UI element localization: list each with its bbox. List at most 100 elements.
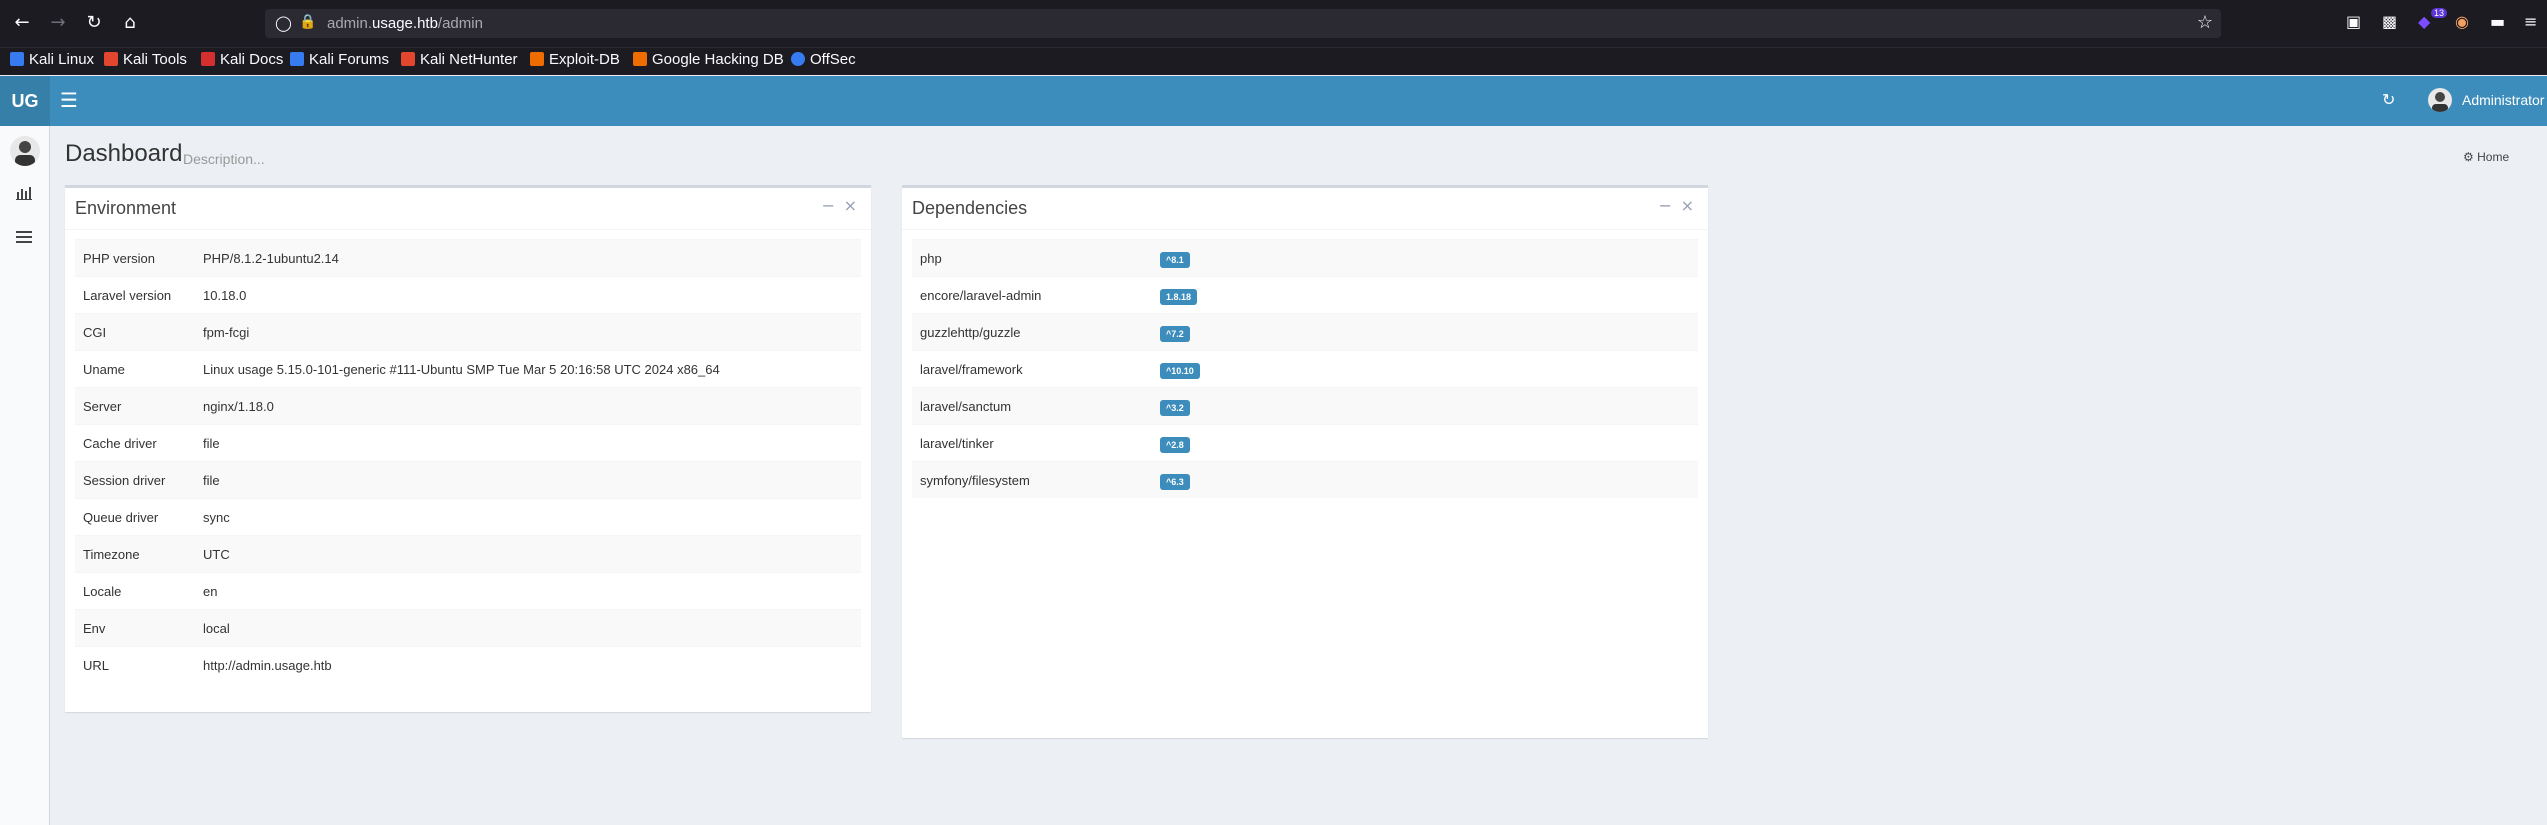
bookmark-kali-nethunter[interactable]: Kali NetHunter — [401, 51, 518, 68]
table-row: Queue driver sync — [75, 498, 861, 535]
env-key: Locale — [83, 584, 122, 599]
table-row: CGI fpm-fcgi — [75, 313, 861, 350]
sidebar-toggle-icon[interactable]: ☰ — [60, 88, 78, 112]
env-value: en — [203, 584, 218, 599]
exploit-db-icon — [530, 52, 544, 66]
dependency-name: php — [920, 251, 942, 266]
dashboard-icon: ⚙ — [2463, 150, 2474, 164]
env-value: UTC — [203, 547, 230, 562]
env-key: Server — [83, 399, 122, 414]
table-row: Locale en — [75, 572, 861, 609]
env-key: Queue driver — [83, 510, 159, 525]
table-row: Laravel version 10.18.0 — [75, 276, 861, 313]
kali-forums-icon — [290, 52, 304, 66]
version-badge: ^10.10 — [1160, 363, 1200, 379]
table-row: PHP version PHP/8.1.2-1ubuntu2.14 — [75, 239, 861, 276]
bookmarks-bar: Kali Linux Kali Tools Kali Docs Kali For… — [0, 47, 2547, 75]
bookmark-google-hacking-db[interactable]: Google Hacking DB — [633, 51, 784, 68]
dependency-name: guzzlehttp/guzzle — [920, 325, 1021, 340]
kali-icon — [10, 52, 24, 66]
dependency-name: laravel/sanctum — [920, 399, 1012, 414]
version-badge: 1.8.18 — [1160, 289, 1198, 305]
incognito-icon[interactable]: ▬ — [2490, 12, 2505, 31]
dependencies-box: Dependencies − × php ^8.1 encore/laravel-… — [902, 185, 1708, 738]
admin-menu-icon[interactable] — [16, 230, 32, 248]
version-badge: ^7.2 — [1160, 326, 1190, 342]
offsec-icon — [791, 52, 805, 66]
collapse-icon[interactable]: − — [822, 196, 835, 215]
env-key: Env — [83, 621, 106, 636]
page-description: Description... — [183, 151, 265, 167]
bookmark-offsec[interactable]: OffSec — [791, 51, 856, 68]
version-badge: ^3.2 — [1160, 400, 1190, 416]
bookmark-kali-tools[interactable]: Kali Tools — [104, 51, 187, 68]
close-icon[interactable]: × — [1681, 196, 1694, 215]
bookmark-kali-docs[interactable]: Kali Docs — [201, 51, 283, 68]
browser-toolbar: ← → ↻ ⌂ ◯ 🔒 admin.usage.htb/admin ☆ ▣ ▩ … — [0, 0, 2547, 47]
extensions-icon[interactable]: ▩ — [2382, 12, 2397, 31]
reload-icon[interactable]: ↻ — [82, 11, 106, 35]
version-badge: ^6.3 — [1160, 474, 1190, 490]
env-value: file — [203, 436, 220, 451]
sidebar — [0, 126, 50, 825]
nethunter-icon — [401, 52, 415, 66]
env-value: file — [203, 473, 220, 488]
tracking-shield-icon[interactable]: ◯ — [275, 14, 292, 32]
dependencies-table: php ^8.1 encore/laravel-admin 1.8.18 guzzl… — [912, 239, 1698, 498]
sidebar-avatar — [10, 136, 40, 166]
refresh-icon[interactable]: ↻ — [2382, 90, 2395, 109]
url-text[interactable]: admin.usage.htb/admin — [327, 15, 483, 32]
user-name[interactable]: Administrator — [2462, 92, 2544, 108]
forward-icon[interactable]: → — [46, 11, 70, 35]
version-badge: ^2.8 — [1160, 437, 1190, 453]
main-header: UG ☰ ↻ Administrator — [0, 76, 2547, 126]
bookmark-kali-linux[interactable]: Kali Linux — [10, 51, 94, 68]
table-row: laravel/sanctum ^3.2 — [912, 387, 1698, 424]
env-value: http://admin.usage.htb — [203, 658, 332, 673]
dashboard-chart-icon[interactable] — [16, 186, 32, 204]
environment-title: Environment — [75, 198, 177, 218]
table-row: Timezone UTC — [75, 535, 861, 572]
table-row: Env local — [75, 609, 861, 646]
dependency-name: laravel/tinker — [920, 436, 994, 451]
env-key: CGI — [83, 325, 107, 340]
env-key: Session driver — [83, 473, 166, 488]
app-menu-icon[interactable]: ≡ — [2524, 12, 2537, 31]
env-value: local — [203, 621, 230, 636]
version-badge: ^8.1 — [1160, 252, 1190, 268]
table-row: Uname Linux usage 5.15.0-101-generic #111… — [75, 350, 861, 387]
logo[interactable]: UG — [0, 76, 50, 126]
user-avatar[interactable] — [2428, 88, 2452, 112]
env-key: Timezone — [83, 547, 140, 562]
env-key: URL — [83, 658, 110, 673]
lock-icon[interactable]: 🔒 — [299, 14, 316, 30]
env-value: Linux usage 5.15.0-101-generic #111-Ubun… — [203, 362, 720, 377]
kali-tools-icon — [104, 52, 118, 66]
extension-shield-icon[interactable]: ◆ — [2418, 12, 2430, 31]
env-key: Laravel version — [83, 288, 172, 303]
table-row: URL http://admin.usage.htb — [75, 646, 861, 683]
bookmark-kali-forums[interactable]: Kali Forums — [290, 51, 389, 68]
table-row: guzzlehttp/guzzle ^7.2 — [912, 313, 1698, 350]
env-value: 10.18.0 — [203, 288, 247, 303]
table-row: laravel/tinker ^2.8 — [912, 424, 1698, 461]
divider — [65, 229, 871, 230]
cookie-extension-icon[interactable]: ◉ — [2455, 12, 2469, 31]
breadcrumb[interactable]: ⚙ Home — [2463, 150, 2509, 164]
bookmark-star-icon[interactable]: ☆ — [2197, 12, 2213, 33]
close-icon[interactable]: × — [844, 196, 857, 215]
back-icon[interactable]: ← — [10, 11, 34, 35]
collapse-icon[interactable]: − — [1659, 196, 1672, 215]
pocket-icon[interactable]: ▣ — [2346, 12, 2361, 31]
dependencies-title: Dependencies — [912, 198, 1028, 218]
table-row: Server nginx/1.18.0 — [75, 387, 861, 424]
extension-badge: 13 — [2431, 8, 2448, 18]
home-icon[interactable]: ⌂ — [118, 11, 142, 35]
env-key: Uname — [83, 362, 125, 377]
table-row: php ^8.1 — [912, 239, 1698, 276]
url-bar[interactable]: ◯ 🔒 admin.usage.htb/admin ☆ — [265, 9, 2221, 38]
bookmark-exploit-db[interactable]: Exploit-DB — [530, 51, 620, 68]
breadcrumb-home[interactable]: Home — [2477, 150, 2509, 164]
page-title: Dashboard — [65, 140, 183, 167]
env-value: PHP/8.1.2-1ubuntu2.14 — [203, 251, 339, 266]
